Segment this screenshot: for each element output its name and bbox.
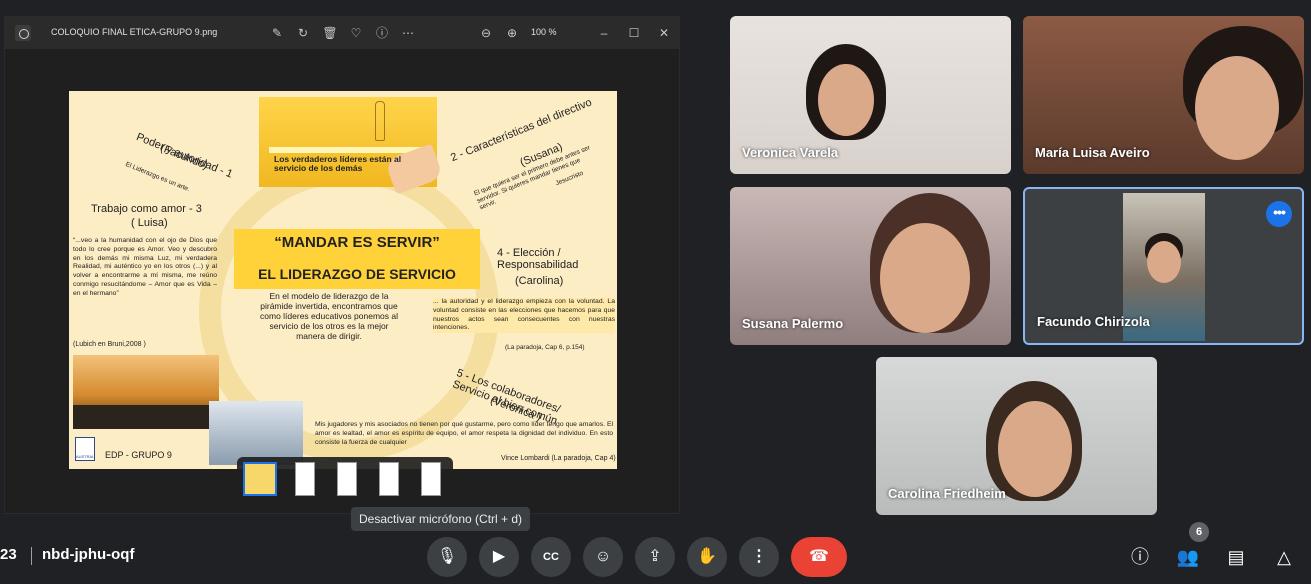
participant-tile[interactable]: Susana Palermo — [730, 187, 1011, 345]
minimize-icon[interactable]: – — [595, 24, 613, 42]
people-icon: 👥 — [1176, 547, 1200, 567]
activities-button[interactable]: △ — [1269, 542, 1299, 572]
thumbnail-2[interactable] — [295, 462, 315, 496]
banner-text: Los verdaderos líderes están al servicio… — [274, 154, 402, 173]
viewer-titlebar: COLOQUIO FINAL ETICA-GRUPO 9.png ✎ ↻ 🗑 ♡… — [5, 17, 679, 49]
viewer-filename: COLOQUIO FINAL ETICA-GRUPO 9.png — [51, 27, 218, 37]
item4-quote: ... la autoridad y el liderazgo empieza … — [433, 298, 615, 334]
austral-logo-text: AUSTRAL — [76, 454, 95, 459]
activities-icon: △ — [1277, 547, 1291, 567]
participant-face — [1147, 241, 1181, 283]
meeting-controls-bar: 23 nbd-jphu-oqf 🎙 ▶ CC ☺ ⇪ ✋ ⋮ ☎ ⓘ 👥 6 ▤… — [0, 522, 1311, 584]
reactions-button[interactable]: ☺ — [583, 537, 623, 577]
info-icon: ⓘ — [1131, 547, 1149, 567]
participant-tile-active[interactable]: ••• Facundo Chirizola — [1023, 187, 1304, 345]
item3-author: ( Luisa) — [131, 217, 168, 229]
slide-title-sub: EL LIDERAZGO DE SERVICIO — [258, 266, 456, 282]
austral-logo: AUSTRAL — [75, 437, 95, 461]
meeting-code: nbd-jphu-oqf — [42, 546, 135, 563]
participant-count-badge: 6 — [1189, 522, 1209, 542]
item3-title: Trabajo como amor - 3 — [91, 203, 202, 215]
slide-center-paragraph: En el modelo de liderazgo de la pirámide… — [260, 291, 398, 341]
camera-icon: ▶ — [492, 548, 506, 565]
maximize-icon[interactable]: ☐ — [625, 24, 643, 42]
thumbnail-strip — [237, 457, 453, 503]
present-button[interactable]: ⇪ — [635, 537, 675, 577]
divider — [31, 547, 32, 565]
thumbnail-5[interactable] — [421, 462, 441, 496]
closed-captions-icon: CC — [543, 551, 559, 563]
chat-icon: ▤ — [1227, 547, 1245, 567]
leave-call-button[interactable]: ☎ — [791, 537, 847, 577]
microphone-tooltip: Desactivar micrófono (Ctrl + d) — [351, 507, 531, 531]
item4-author: (Carolina) — [515, 275, 564, 287]
hang-up-icon: ☎ — [809, 548, 829, 565]
participant-name: Susana Palermo — [742, 316, 844, 331]
climbing-figure-drawing — [375, 101, 385, 141]
captions-button[interactable]: CC — [531, 537, 571, 577]
people-button[interactable]: 👥 — [1173, 542, 1203, 572]
edit-icon[interactable]: ✎ — [268, 24, 286, 42]
zoom-level[interactable]: 100 % — [531, 27, 557, 37]
item5-quote: Mis jugadores y mis asociados no tienen … — [315, 421, 613, 446]
favorite-icon[interactable]: ♡ — [347, 24, 365, 42]
camera-button[interactable]: ▶ — [479, 537, 519, 577]
participant-name: María Luisa Aveiro — [1035, 145, 1150, 160]
thumbnail-1[interactable] — [243, 462, 277, 496]
slide-footer: EDP - GRUPO 9 — [105, 450, 172, 460]
meeting-time: 23 — [0, 546, 17, 563]
chat-button[interactable]: ▤ — [1221, 542, 1251, 572]
participant-name: Facundo Chirizola — [1037, 314, 1150, 329]
photo-viewer-window: COLOQUIO FINAL ETICA-GRUPO 9.png ✎ ↻ 🗑 ♡… — [4, 16, 680, 514]
participant-name: Veronica Varela — [742, 145, 839, 160]
participant-face — [1195, 56, 1279, 160]
item4-source: (La paradoja, Cap 6, p.154) — [505, 344, 585, 351]
raise-hand-button[interactable]: ✋ — [687, 537, 727, 577]
more-options-button[interactable]: ⋮ — [739, 537, 779, 577]
more-icon[interactable]: ⋯ — [399, 24, 417, 42]
zoom-out-icon[interactable]: ⊖ — [477, 24, 495, 42]
hand-icon: ✋ — [697, 548, 717, 565]
thumbnail-3[interactable] — [337, 462, 357, 496]
slide-image: Los verdaderos líderes están al servicio… — [69, 91, 617, 469]
item3-quote: “...veo a la humanidad con el ojo de Dio… — [73, 237, 217, 297]
photos-app-icon — [15, 25, 31, 41]
thumbnail-4[interactable] — [379, 462, 399, 496]
participant-face — [818, 64, 874, 136]
item1-author: (Facundo) — [158, 142, 210, 172]
info-icon[interactable]: ⓘ — [373, 24, 391, 42]
item4-title: 4 - Elección / Responsabilidad — [497, 247, 579, 271]
present-screen-icon: ⇪ — [648, 548, 662, 565]
team-climbing-photo — [73, 355, 219, 429]
emoji-icon: ☺ — [594, 548, 612, 565]
slide-title-main: “MANDAR ES SERVIR” — [274, 234, 440, 251]
rotate-icon[interactable]: ↻ — [294, 24, 312, 42]
item3-source: (Lubich en Bruni,2008 ) — [73, 341, 146, 348]
bridge-runners-photo — [209, 401, 303, 465]
participant-name: Carolina Friedheim — [888, 486, 1006, 501]
zoom-in-icon[interactable]: ⊕ — [503, 24, 521, 42]
participant-tile[interactable]: Carolina Friedheim — [876, 357, 1157, 515]
participant-face — [998, 401, 1072, 497]
microphone-button[interactable]: 🎙 — [427, 537, 467, 577]
delete-icon[interactable]: 🗑 — [321, 24, 339, 42]
more-vertical-icon: ⋮ — [751, 548, 767, 565]
microphone-icon: 🎙 — [436, 548, 458, 565]
item5-source: Vince Lombardi (La paradoja, Cap 4) — [501, 455, 616, 462]
close-icon[interactable]: ✕ — [655, 24, 673, 42]
participant-face — [880, 223, 970, 333]
participant-tile[interactable]: María Luisa Aveiro — [1023, 16, 1304, 174]
more-options-icon[interactable]: ••• — [1266, 201, 1292, 227]
meeting-details-button[interactable]: ⓘ — [1125, 542, 1155, 572]
participant-tile[interactable]: Veronica Varela — [730, 16, 1011, 174]
